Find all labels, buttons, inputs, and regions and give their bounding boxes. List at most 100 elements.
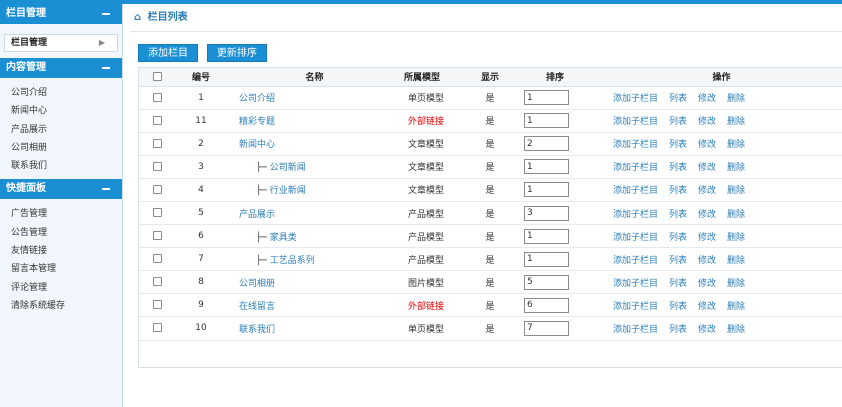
edit-link[interactable]: 修改 [698,325,716,335]
list-link[interactable]: 列表 [669,186,687,196]
edit-link[interactable]: 修改 [698,186,716,196]
sidebar-item[interactable]: 新闻中心 [11,102,122,120]
list-link[interactable]: 列表 [669,279,687,289]
row-name-link[interactable]: 在线留言 [239,302,275,312]
edit-link[interactable]: 修改 [698,94,716,104]
sort-input[interactable] [524,297,569,313]
row-checkbox[interactable] [152,184,162,194]
edit-link[interactable]: 修改 [698,117,716,127]
add-subcategory-link[interactable]: 添加子栏目 [613,279,658,289]
add-subcategory-link[interactable]: 添加子栏目 [613,94,658,104]
sidebar-item[interactable]: 广告管理 [11,205,122,223]
sort-input[interactable] [524,182,569,198]
sort-input[interactable] [524,113,569,129]
delete-link[interactable]: 删除 [727,256,745,266]
add-subcategory-link[interactable]: 添加子栏目 [613,325,658,335]
row-checkbox[interactable] [152,208,162,218]
sidebar-item[interactable]: 公司相册 [11,139,122,157]
add-subcategory-link[interactable]: 添加子栏目 [613,302,658,312]
row-sort-cell [510,155,600,179]
add-subcategory-link[interactable]: 添加子栏目 [613,140,658,150]
add-subcategory-link[interactable]: 添加子栏目 [613,117,658,127]
select-all-checkbox[interactable] [152,71,162,81]
row-name-link[interactable]: 新闻中心 [239,140,275,150]
row-name-link[interactable]: 产品展示 [239,210,275,220]
sort-input[interactable] [524,90,569,106]
add-subcategory-link[interactable]: 添加子栏目 [613,233,658,243]
edit-link[interactable]: 修改 [698,210,716,220]
delete-link[interactable]: 删除 [727,117,745,127]
sidebar-item[interactable]: 公司介绍 [11,84,122,102]
add-subcategory-link[interactable]: 添加子栏目 [613,163,658,173]
sort-input[interactable] [524,320,569,336]
delete-link[interactable]: 删除 [727,94,745,104]
sidebar-section-header[interactable]: 内容管理 [0,58,122,78]
row-name-link[interactable]: 精彩专题 [239,117,275,127]
delete-link[interactable]: 删除 [727,325,745,335]
sidebar-item[interactable]: 产品展示 [11,121,122,139]
list-link[interactable]: 列表 [669,210,687,220]
add-subcategory-link[interactable]: 添加子栏目 [613,186,658,196]
sort-input[interactable] [524,251,569,267]
sidebar-item[interactable]: 留言本管理 [11,260,122,278]
list-link[interactable]: 列表 [669,233,687,243]
list-link[interactable]: 列表 [669,117,687,127]
sort-input[interactable] [524,136,569,152]
edit-link[interactable]: 修改 [698,233,716,243]
row-name-link[interactable]: 公司介绍 [239,94,275,104]
sidebar-item-category-manage[interactable]: 栏目管理 ▶ [4,34,118,52]
row-checkbox[interactable] [152,161,162,171]
edit-link[interactable]: 修改 [698,279,716,289]
row-name-link[interactable]: 联系我们 [239,325,275,335]
row-checkbox[interactable] [152,323,162,333]
delete-link[interactable]: 删除 [727,140,745,150]
row-checkbox[interactable] [152,138,162,148]
list-link[interactable]: 列表 [669,256,687,266]
add-subcategory-link[interactable]: 添加子栏目 [613,210,658,220]
list-link[interactable]: 列表 [669,302,687,312]
row-checkbox[interactable] [152,231,162,241]
delete-link[interactable]: 删除 [727,233,745,243]
row-name-link[interactable]: 行业新闻 [270,186,306,196]
collapse-icon[interactable] [102,13,110,15]
edit-link[interactable]: 修改 [698,302,716,312]
sidebar-item[interactable]: 联系我们 [11,157,122,175]
list-link[interactable]: 列表 [669,94,687,104]
row-checkbox[interactable] [152,115,162,125]
sidebar-item[interactable]: 清除系统缓存 [11,297,122,315]
collapse-icon[interactable] [102,67,110,69]
sort-input[interactable] [524,159,569,175]
sidebar-item[interactable]: 公告管理 [11,224,122,242]
row-checkbox[interactable] [152,254,162,264]
row-name-link[interactable]: 公司相册 [239,279,275,289]
list-link[interactable]: 列表 [669,163,687,173]
row-checkbox[interactable] [152,277,162,287]
sort-input[interactable] [524,228,569,244]
sidebar-item[interactable]: 评论管理 [11,279,122,297]
list-link[interactable]: 列表 [669,325,687,335]
sidebar-section-header[interactable]: 栏目管理 [0,4,122,24]
list-link[interactable]: 列表 [669,140,687,150]
row-checkbox[interactable] [152,300,162,310]
breadcrumb: ⌂ 栏目列表 [130,4,842,32]
add-category-button[interactable]: 添加栏目 [138,44,198,62]
edit-link[interactable]: 修改 [698,140,716,150]
row-name-link[interactable]: 家具类 [270,233,297,243]
add-subcategory-link[interactable]: 添加子栏目 [613,256,658,266]
delete-link[interactable]: 删除 [727,186,745,196]
delete-link[interactable]: 删除 [727,279,745,289]
sort-input[interactable] [524,205,569,221]
row-name-link[interactable]: 工艺品系列 [270,256,315,266]
delete-link[interactable]: 删除 [727,163,745,173]
edit-link[interactable]: 修改 [698,256,716,266]
edit-link[interactable]: 修改 [698,163,716,173]
delete-link[interactable]: 删除 [727,302,745,312]
collapse-icon[interactable] [102,188,110,191]
delete-link[interactable]: 删除 [727,210,745,220]
sort-input[interactable] [524,274,569,290]
sidebar-item[interactable]: 友情链接 [11,242,122,260]
row-checkbox[interactable] [152,92,162,102]
sidebar-section-header[interactable]: 快捷面板 [0,179,122,200]
update-sort-button[interactable]: 更新排序 [206,44,267,62]
row-name-link[interactable]: 公司新闻 [270,163,306,173]
